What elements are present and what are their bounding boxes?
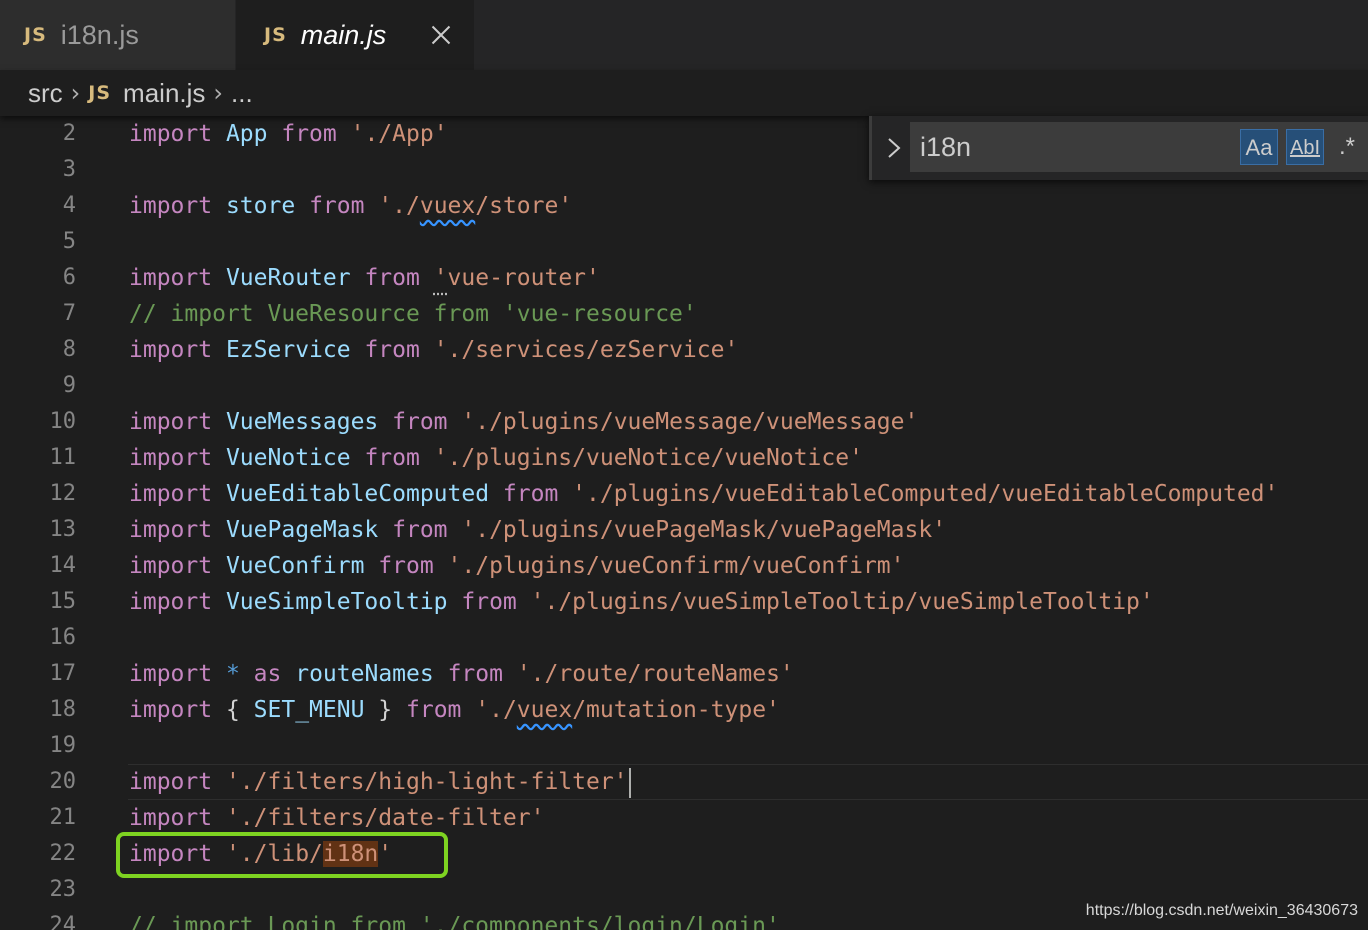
line-number: 7: [62, 301, 76, 326]
line-number: 12: [49, 481, 77, 506]
line-number: 14: [49, 553, 77, 578]
code-comment: // import Login from './components/login…: [129, 913, 780, 930]
line-number: 3: [62, 157, 76, 182]
line-number: 13: [49, 517, 77, 542]
js-file-icon: JS: [24, 24, 47, 46]
code-text: import './filters/high-light-filter': [129, 764, 631, 800]
line-number: 11: [49, 445, 77, 470]
code-line: 9: [0, 368, 1368, 404]
code-text: import VueConfirm from './plugins/vueCon…: [129, 553, 905, 579]
code-line: 5: [0, 224, 1368, 260]
code-line: 11 import VueNotice from './plugins/vueN…: [0, 440, 1368, 476]
js-file-icon: JS: [264, 24, 287, 46]
code-editor[interactable]: 2 import App from './App' 3 4 import sto…: [0, 116, 1368, 930]
code-line-current: 20 import './filters/high-light-filter': [0, 764, 1368, 800]
code-text: import EzService from './services/ezServ…: [129, 337, 739, 363]
line-number: 16: [49, 625, 77, 650]
code-text: import VueRouter from 'vue-router': [129, 265, 600, 291]
line-number: 8: [62, 337, 76, 362]
code-line: 15 import VueSimpleTooltip from './plugi…: [0, 584, 1368, 620]
code-line: 12 import VueEditableComputed from './pl…: [0, 476, 1368, 512]
breadcrumb-file[interactable]: main.js: [123, 78, 205, 109]
line-number: 2: [62, 121, 76, 146]
whole-word-button[interactable]: AbI: [1286, 129, 1324, 165]
line-number: 6: [62, 265, 76, 290]
tab-main-js[interactable]: JS main.js: [236, 0, 474, 70]
regex-button[interactable]: .*: [1332, 129, 1362, 165]
line-number: 20: [49, 769, 77, 794]
line-number: 4: [62, 193, 76, 218]
js-file-icon: JS: [88, 82, 112, 104]
code-text: import VueMessages from './plugins/vueMe…: [129, 409, 919, 435]
find-widget: i18n Aa AbI .*: [869, 116, 1368, 180]
code-line: 18 import { SET_MENU } from './vuex/muta…: [0, 692, 1368, 728]
code-text: import * as routeNames from './route/rou…: [129, 661, 794, 687]
line-number: 23: [49, 877, 77, 902]
code-text: import VuePageMask from './plugins/vuePa…: [129, 517, 947, 543]
code-line: 10 import VueMessages from './plugins/vu…: [0, 404, 1368, 440]
line-number: 10: [49, 409, 77, 434]
code-text: import App from './App': [129, 121, 448, 147]
code-text: import VueSimpleTooltip from './plugins/…: [129, 589, 1154, 615]
code-line: 7 // import VueResource from 'vue-resour…: [0, 296, 1368, 332]
line-number: 15: [49, 589, 77, 614]
match-case-button[interactable]: Aa: [1240, 129, 1278, 165]
code-line: 17 import * as routeNames from './route/…: [0, 656, 1368, 692]
watermark: https://blog.csdn.net/weixin_36430673: [1085, 902, 1358, 919]
text-cursor: [628, 767, 631, 798]
toggle-replace-chevron-icon[interactable]: [882, 134, 906, 162]
code-text: import './filters/date-filter': [129, 805, 545, 831]
tab-bar: JS i18n.js JS main.js: [0, 0, 1368, 70]
code-line: 19: [0, 728, 1368, 764]
find-input[interactable]: i18n Aa AbI .*: [910, 122, 1368, 172]
close-icon[interactable]: [428, 22, 454, 48]
code-line: 13 import VuePageMask from './plugins/vu…: [0, 512, 1368, 548]
code-text: import VueEditableComputed from './plugi…: [129, 481, 1279, 507]
code-text: import { SET_MENU } from './vuex/mutatio…: [129, 697, 780, 723]
code-line: 4 import store from './vuex/store': [0, 188, 1368, 224]
breadcrumb: src › JS main.js › ...: [0, 70, 1368, 116]
line-number: 19: [49, 733, 77, 758]
tab-label: main.js: [300, 19, 387, 50]
line-number: 5: [62, 229, 76, 254]
line-number: 22: [49, 841, 77, 866]
code-line: 21 import './filters/date-filter': [0, 800, 1368, 836]
line-number: 24: [49, 913, 77, 930]
chevron-right-icon: ›: [213, 79, 224, 107]
line-number: 17: [49, 661, 77, 686]
chevron-right-icon: ›: [70, 79, 81, 107]
line-number: 9: [62, 373, 76, 398]
code-line: 8 import EzService from './services/ezSe…: [0, 332, 1368, 368]
breadcrumb-symbols[interactable]: ...: [231, 78, 253, 109]
tab-label: i18n.js: [60, 19, 139, 50]
code-text: import store from './vuex/store': [129, 193, 573, 219]
code-line: 6 import VueRouter from 'vue-router': [0, 260, 1368, 296]
breadcrumb-folder[interactable]: src: [28, 78, 63, 109]
find-query: i18n: [920, 132, 972, 162]
line-number: 21: [49, 805, 77, 830]
code-comment: // import VueResource from 'vue-resource…: [129, 301, 697, 327]
code-line: 14 import VueConfirm from './plugins/vue…: [0, 548, 1368, 584]
code-line: 16: [0, 620, 1368, 656]
code-text: import VueNotice from './plugins/vueNoti…: [129, 445, 863, 471]
tab-i18n-js[interactable]: JS i18n.js: [0, 0, 236, 70]
line-number: 18: [49, 697, 77, 722]
